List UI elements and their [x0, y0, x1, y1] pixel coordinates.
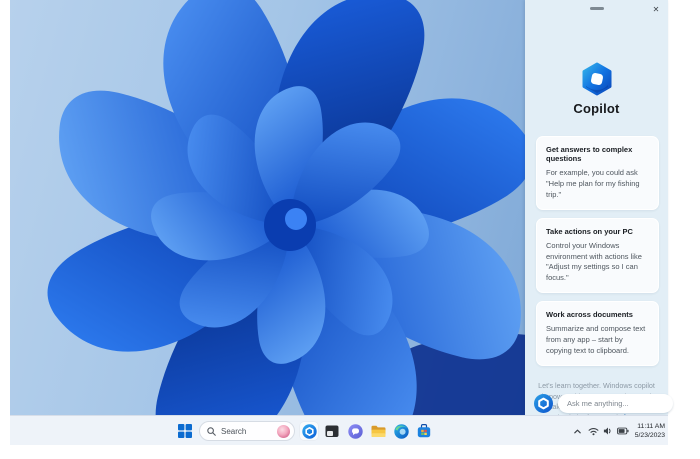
volume-icon: [603, 427, 611, 435]
file-explorer-icon: [371, 425, 385, 437]
clock[interactable]: 11:11 AM 5/23/2023: [635, 422, 665, 440]
card-title: Get answers to complex questions: [546, 145, 633, 163]
task-view-icon: [325, 425, 339, 437]
card-title: Take actions on your PC: [546, 226, 633, 236]
card-title: Work across documents: [546, 310, 633, 320]
network-volume-battery-button[interactable]: [588, 426, 629, 436]
store-icon: [417, 424, 431, 438]
system-tray: 11:11 AM 5/23/2023: [573, 416, 668, 446]
wifi-icon: [588, 428, 599, 436]
chevron-up-icon: [573, 429, 581, 433]
copilot-logo-icon: [580, 62, 614, 96]
ask-me-anything-input[interactable]: [558, 393, 673, 413]
search-box[interactable]: Search: [199, 421, 295, 441]
chat-icon: [347, 423, 363, 439]
clock-date: 5/23/2023: [634, 432, 665, 439]
taskbar-file-explorer-button[interactable]: [369, 422, 387, 440]
copilot-icon: [301, 423, 317, 439]
hidden-icons-button[interactable]: [573, 427, 582, 436]
taskbar-store-button[interactable]: [415, 422, 433, 440]
taskbar-copilot-button[interactable]: [300, 422, 318, 440]
close-icon[interactable]: ✕: [650, 3, 662, 15]
suggestion-cards: Get answers to complex questions For exa…: [525, 136, 668, 366]
copilot-panel: ✕ Copilot Get answers to complex questio…: [525, 0, 673, 444]
desktop[interactable]: [10, 0, 525, 415]
windows-screen: ✕ Copilot Get answers to complex questio…: [10, 0, 673, 445]
taskbar-edge-button[interactable]: [392, 422, 410, 440]
card-body: Summarize and compose text from any app …: [546, 324, 646, 355]
taskbar-apps: Search: [176, 416, 433, 446]
copilot-input-row: [534, 393, 673, 413]
start-button[interactable]: [176, 422, 194, 440]
search-label: Search: [221, 426, 247, 436]
suggestion-card-documents[interactable]: Work across documents Summarize and comp…: [536, 301, 659, 366]
taskbar-task-view-button[interactable]: [323, 422, 341, 440]
windows-start-icon: [178, 424, 192, 438]
card-body: For example, you could ask "Help me plan…: [546, 168, 640, 199]
minimize-handle[interactable]: [589, 7, 604, 10]
suggestion-card-actions[interactable]: Take actions on your PC Control your Win…: [536, 217, 659, 294]
edge-icon: [393, 423, 409, 439]
bloom-wallpaper: [47, 0, 525, 415]
taskbar: Search 11:11 AM 5/23/2023: [10, 415, 668, 445]
search-highlight-image: [277, 424, 290, 438]
clock-time: 11:11 AM: [637, 422, 665, 430]
taskbar-chat-button[interactable]: [346, 422, 364, 440]
suggestion-card-answers[interactable]: Get answers to complex questions For exa…: [536, 136, 659, 210]
search-icon: [207, 426, 216, 436]
card-body: Control your Windows environment with ac…: [546, 240, 642, 283]
battery-icon: [616, 427, 629, 435]
panel-title: Copilot: [573, 101, 620, 116]
copilot-badge-icon: [534, 393, 553, 413]
